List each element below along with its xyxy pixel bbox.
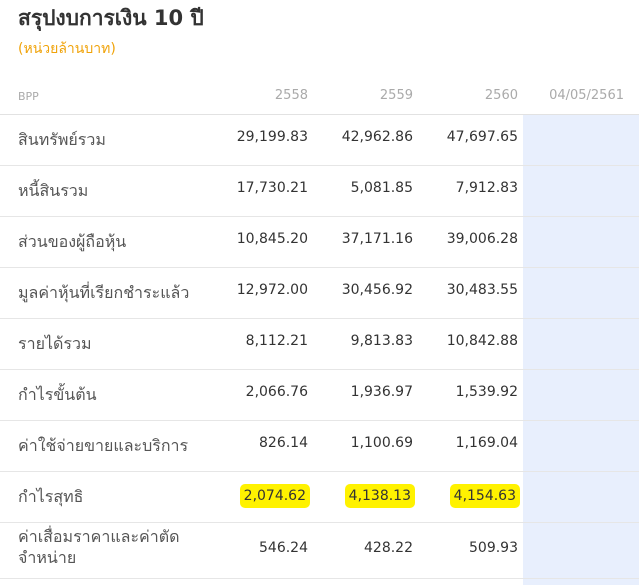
cell-2560: 7,912.83 xyxy=(455,180,518,196)
header-company-code: BPP xyxy=(18,90,39,103)
row-label: สินทรัพย์รวม xyxy=(18,130,106,149)
cell-2559: 428.22 xyxy=(364,540,413,556)
table-row-total-assets: สินทรัพย์รวม 29,199.83 42,962.86 47,697.… xyxy=(0,115,639,166)
cell-2559-highlighted: 4,138.13 xyxy=(346,486,413,506)
cell-2558: 546.24 xyxy=(259,540,308,556)
row-label: หนี้สินรวม xyxy=(18,181,89,200)
cell-2560: 47,697.65 xyxy=(446,129,518,145)
cell-2558: 29,199.83 xyxy=(236,129,308,145)
cell-2558: 12,972.00 xyxy=(236,282,308,298)
cell-2558: 2,066.76 xyxy=(245,384,308,400)
cell-2558: 8,112.21 xyxy=(245,333,308,349)
cell-2558: 10,845.20 xyxy=(236,231,308,247)
table-row-total-liabilities: หนี้สินรวม 17,730.21 5,081.85 7,912.83 xyxy=(0,166,639,217)
row-label-line2: จำหน่าย xyxy=(18,548,77,567)
cell-2559: 5,081.85 xyxy=(350,180,413,196)
row-label: ค่าเสื่อมราคาและค่าตัด จำหน่าย xyxy=(18,526,180,568)
header-year-2559: 2559 xyxy=(379,88,413,103)
row-label: ค่าใช้จ่ายขายและบริการ xyxy=(18,436,189,455)
cell-2558: 826.14 xyxy=(259,435,308,451)
table-row-shareholders-equity: ส่วนของผู้ถือหุ้น 10,845.20 37,171.16 39… xyxy=(0,217,639,268)
cell-2558-highlighted: 2,074.62 xyxy=(241,486,308,506)
cell-2559: 9,813.83 xyxy=(350,333,413,349)
cell-2560: 10,842.88 xyxy=(446,333,518,349)
cell-2559: 30,456.92 xyxy=(341,282,413,298)
table-header: BPP 2558 2559 2560 04/05/2561 xyxy=(0,82,639,115)
cell-2560-highlighted: 4,154.63 xyxy=(451,486,518,506)
cell-2560: 30,483.55 xyxy=(446,282,518,298)
table-row-total-revenue: รายได้รวม 8,112.21 9,813.83 10,842.88 xyxy=(0,319,639,370)
header-year-2558: 2558 xyxy=(274,88,308,103)
table-row-selling-admin-expenses: ค่าใช้จ่ายขายและบริการ 826.14 1,100.69 1… xyxy=(0,421,639,472)
cell-2560: 1,169.04 xyxy=(455,435,518,451)
header-year-2560: 2560 xyxy=(484,88,518,103)
cell-2560: 39,006.28 xyxy=(446,231,518,247)
cell-2559: 42,962.86 xyxy=(341,129,413,145)
row-label: รายได้รวม xyxy=(18,334,92,353)
page-title: สรุปงบการเงิน 10 ปี xyxy=(18,6,204,30)
row-label: กำไรสุทธิ xyxy=(18,487,84,506)
table-row-paid-up-capital: มูลค่าหุ้นที่เรียกชำระแล้ว 12,972.00 30,… xyxy=(0,268,639,319)
cell-2559: 1,100.69 xyxy=(350,435,413,451)
cell-2559: 1,936.97 xyxy=(350,384,413,400)
row-label: ส่วนของผู้ถือหุ้น xyxy=(18,232,127,251)
cell-2560: 509.93 xyxy=(469,540,518,556)
header-date-latest: 04/05/2561 xyxy=(549,88,624,103)
row-label-line1: ค่าเสื่อมราคาและค่าตัด xyxy=(18,527,180,546)
cell-2560: 1,539.92 xyxy=(455,384,518,400)
row-label: กำไรขั้นต้น xyxy=(18,385,97,404)
cell-2559: 37,171.16 xyxy=(341,231,413,247)
unit-note: (หน่วยล้านบาท) xyxy=(18,41,116,57)
table-row-depreciation-amortization: ค่าเสื่อมราคาและค่าตัด จำหน่าย 546.24 42… xyxy=(0,523,639,579)
table-row-net-profit: กำไรสุทธิ 2,074.62 4,138.13 4,154.63 xyxy=(0,472,639,523)
table-row-gross-profit: กำไรขั้นต้น 2,066.76 1,936.97 1,539.92 xyxy=(0,370,639,421)
cell-2558: 17,730.21 xyxy=(236,180,308,196)
row-label: มูลค่าหุ้นที่เรียกชำระแล้ว xyxy=(18,283,190,302)
